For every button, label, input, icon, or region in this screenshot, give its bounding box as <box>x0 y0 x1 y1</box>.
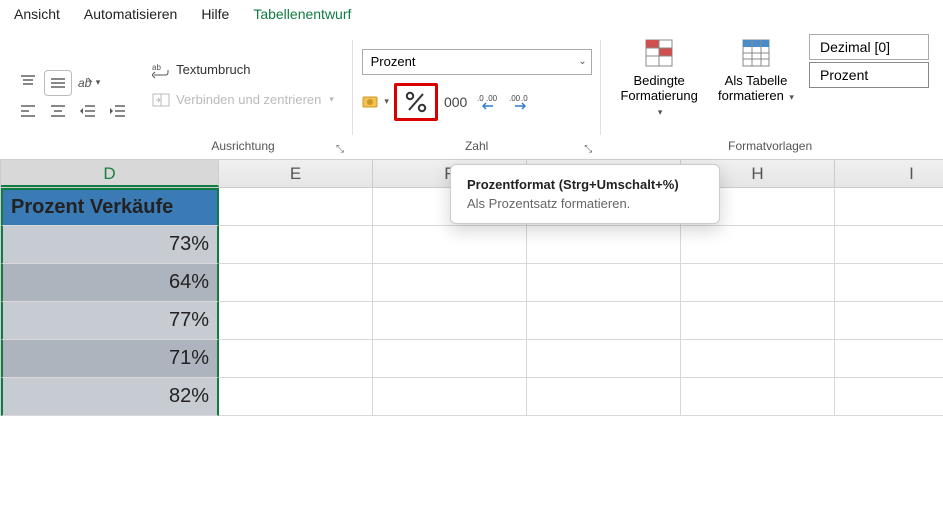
group-label-styles: Formatvorlagen <box>728 139 812 153</box>
accounting-format-button[interactable]: ▾ <box>362 89 390 115</box>
chevron-down-icon: ▾ <box>384 96 389 107</box>
tooltip-title: Prozentformat (Strg+Umschalt+%) <box>467 177 703 192</box>
cell[interactable] <box>681 264 835 302</box>
cell[interactable] <box>527 378 681 416</box>
svg-text:.00: .00 <box>509 94 521 103</box>
cell[interactable] <box>373 302 527 340</box>
increase-decimal-button[interactable]: .0.00 <box>474 89 502 115</box>
tooltip-body: Als Prozentsatz formatieren. <box>467 196 703 211</box>
svg-text:ab: ab <box>152 63 161 72</box>
group-label-number: Zahl <box>465 139 488 153</box>
column-header-i[interactable]: I <box>835 160 943 187</box>
cell[interactable] <box>681 340 835 378</box>
cell[interactable] <box>835 340 943 378</box>
menu-ansicht[interactable]: Ansicht <box>14 6 60 22</box>
tooltip-percent-format: Prozentformat (Strg+Umschalt+%) Als Proz… <box>450 164 720 224</box>
group-alignment: ab ▾ <box>8 34 138 159</box>
cell[interactable] <box>835 226 943 264</box>
table-header-cell[interactable]: Prozent Verkäufe <box>1 188 219 226</box>
cell[interactable] <box>835 302 943 340</box>
group-number: Prozent ⌄ ▾ 000 <box>357 34 596 159</box>
style-dezimal[interactable]: Dezimal [0] <box>809 34 929 60</box>
cell[interactable] <box>527 340 681 378</box>
data-cell[interactable]: 73% <box>1 226 219 264</box>
conditional-formatting-button[interactable]: BedingteFormatierung ▾ <box>611 34 707 121</box>
align-center-button[interactable] <box>44 98 72 124</box>
cell[interactable] <box>681 302 835 340</box>
cell[interactable] <box>373 378 527 416</box>
cell-styles-gallery[interactable]: Dezimal [0] Prozent <box>809 34 929 88</box>
number-launcher[interactable]: ⤡ <box>584 144 592 155</box>
cell[interactable] <box>219 302 373 340</box>
alignment-launcher[interactable]: ⤡ <box>336 144 344 155</box>
group-styles: BedingteFormatierung ▾ Als Tabelleformat… <box>605 34 935 159</box>
cell[interactable] <box>219 226 373 264</box>
svg-text:ab: ab <box>78 76 92 90</box>
percent-format-button[interactable] <box>394 83 438 121</box>
thousand-sep-icon: 000 <box>444 94 467 110</box>
cell[interactable] <box>219 378 373 416</box>
number-format-value: Prozent <box>371 54 416 69</box>
menu-bar: Ansicht Automatisieren Hilfe Tabellenent… <box>0 0 943 30</box>
chevron-down-icon: ▾ <box>96 77 101 88</box>
wrap-text-button[interactable]: ab Textumbruch <box>146 56 256 84</box>
cell[interactable] <box>835 378 943 416</box>
data-cell[interactable]: 71% <box>1 340 219 378</box>
increase-decimal-icon: .0.00 <box>477 92 499 112</box>
chevron-down-icon: ▾ <box>329 94 334 105</box>
cell[interactable] <box>373 264 527 302</box>
orientation-button[interactable]: ab ▾ <box>74 70 102 96</box>
chevron-down-icon: ▾ <box>658 107 663 117</box>
cell[interactable] <box>681 378 835 416</box>
cell[interactable] <box>219 188 373 226</box>
cell[interactable] <box>373 226 527 264</box>
wrap-text-icon: ab <box>152 61 170 79</box>
conditional-formatting-icon <box>642 36 676 70</box>
cell[interactable] <box>835 188 943 226</box>
format-as-table-button[interactable]: Als Tabelleformatieren ▾ <box>711 34 801 106</box>
column-header-d[interactable]: D <box>1 160 219 187</box>
comma-format-button[interactable]: 000 <box>442 89 470 115</box>
number-format-dropdown[interactable]: Prozent ⌄ <box>362 49 592 75</box>
menu-tabellenentwurf[interactable]: Tabellenentwurf <box>253 6 351 22</box>
wrap-text-label: Textumbruch <box>176 62 250 77</box>
decrease-decimal-icon: .00.0 <box>509 92 531 112</box>
percent-icon <box>404 90 428 114</box>
align-left-button[interactable] <box>14 98 42 124</box>
menu-hilfe[interactable]: Hilfe <box>201 6 229 22</box>
svg-text:.0: .0 <box>477 94 484 103</box>
merge-icon <box>152 91 170 109</box>
decrease-indent-button[interactable] <box>74 98 102 124</box>
merge-center-label: Verbinden und zentrieren <box>176 92 321 107</box>
svg-text:.00: .00 <box>486 94 498 103</box>
cell[interactable] <box>219 264 373 302</box>
increase-indent-button[interactable] <box>104 98 132 124</box>
align-middle-button[interactable] <box>44 70 72 96</box>
cell[interactable] <box>527 226 681 264</box>
cell[interactable] <box>219 340 373 378</box>
ribbon: ab ▾ ab <box>0 30 943 160</box>
group-label-alignment: Ausrichtung <box>211 139 274 153</box>
svg-text:.0: .0 <box>521 94 528 103</box>
cell[interactable] <box>835 264 943 302</box>
data-cell[interactable]: 77% <box>1 302 219 340</box>
cell[interactable] <box>681 226 835 264</box>
menu-automatisieren[interactable]: Automatisieren <box>84 6 177 22</box>
decrease-decimal-button[interactable]: .00.0 <box>506 89 534 115</box>
currency-icon <box>362 93 382 111</box>
align-top-button[interactable] <box>14 70 42 96</box>
style-prozent[interactable]: Prozent <box>809 62 929 88</box>
table-icon <box>739 36 773 70</box>
group-alignment-text: ab Textumbruch Verbinden und zentrieren … <box>138 34 348 159</box>
column-header-e[interactable]: E <box>219 160 373 187</box>
data-cell[interactable]: 82% <box>1 378 219 416</box>
cell[interactable] <box>527 302 681 340</box>
chevron-down-icon: ⌄ <box>578 56 586 67</box>
merge-center-button[interactable]: Verbinden und zentrieren ▾ <box>146 86 340 114</box>
cell[interactable] <box>527 264 681 302</box>
chevron-down-icon: ▾ <box>789 92 794 102</box>
data-cell[interactable]: 64% <box>1 264 219 302</box>
cell[interactable] <box>373 340 527 378</box>
